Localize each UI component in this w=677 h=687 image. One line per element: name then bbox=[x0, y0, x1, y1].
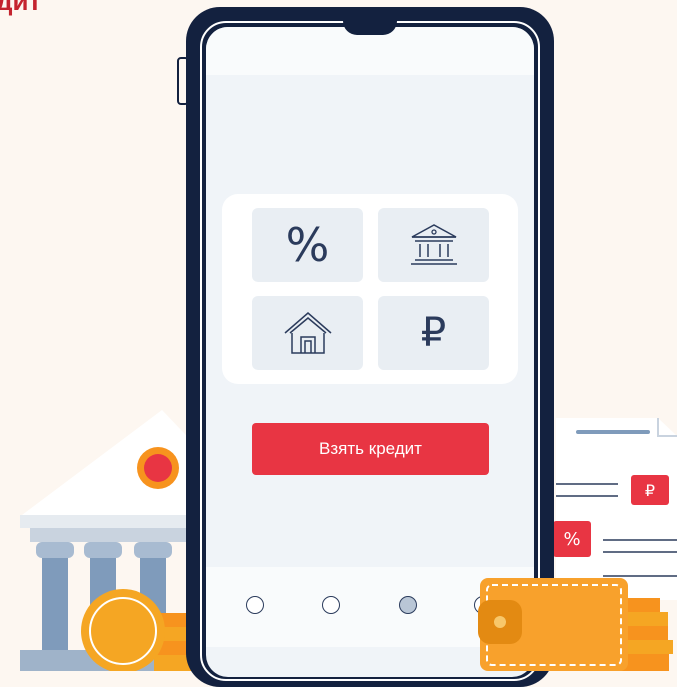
tile-ruble[interactable]: ₽ bbox=[378, 296, 489, 370]
tile-bank[interactable] bbox=[378, 208, 489, 282]
take-credit-button[interactable]: Взять кредит bbox=[252, 423, 489, 475]
bank-icon bbox=[410, 224, 457, 265]
pagination-dot-3[interactable] bbox=[399, 596, 417, 614]
pagination-dot-1[interactable] bbox=[246, 596, 264, 614]
loan-document-illustration bbox=[556, 418, 677, 600]
phone-notch bbox=[343, 7, 397, 35]
ruble-badge: ₽ bbox=[631, 475, 669, 505]
wallet-illustration bbox=[478, 578, 673, 671]
percent-badge: % bbox=[553, 521, 591, 557]
percent-icon: % bbox=[285, 218, 330, 272]
ruble-icon: ₽ bbox=[420, 310, 447, 356]
tile-percent[interactable]: % bbox=[252, 208, 363, 282]
pagination-dot-2[interactable] bbox=[322, 596, 340, 614]
page-heading: дит bbox=[0, 0, 42, 16]
tile-house[interactable] bbox=[252, 296, 363, 370]
house-icon bbox=[284, 312, 331, 354]
